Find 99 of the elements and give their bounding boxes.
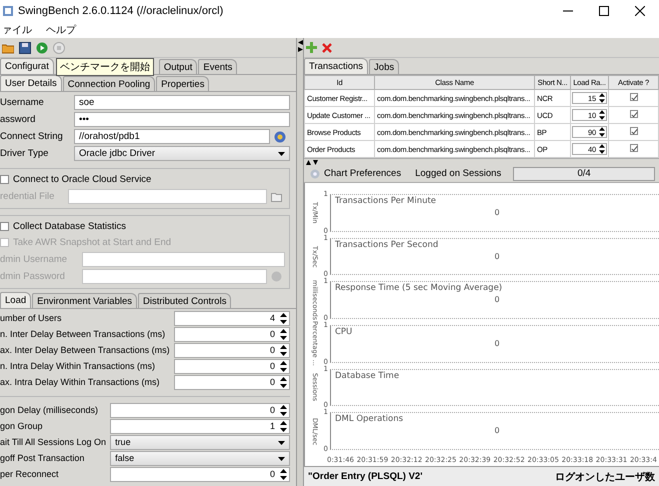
number-spinner[interactable]: 0 xyxy=(110,467,290,482)
progress-reading: 0/4 xyxy=(577,168,591,179)
spin-arrows-icon[interactable] xyxy=(280,377,287,388)
setting-label: umber of Users xyxy=(0,312,63,325)
spin-arrows-icon[interactable] xyxy=(599,93,605,103)
field-label: Username xyxy=(0,97,45,108)
text-field[interactable]: //orahost/pdb1 xyxy=(74,129,270,144)
dropdown[interactable]: true xyxy=(110,435,290,450)
spin-arrows-icon[interactable] xyxy=(280,469,287,480)
checkbox[interactable] xyxy=(630,127,638,135)
setting-label: ait Till All Sessions Log On xyxy=(0,436,106,449)
tab[interactable]: Properties xyxy=(156,76,210,91)
checkbox[interactable] xyxy=(630,144,638,152)
number-spinner[interactable]: 4 xyxy=(174,311,290,326)
field-label: Connect String xyxy=(0,131,64,142)
sessions-label: Logged on Sessions xyxy=(415,168,502,179)
caret-icon xyxy=(278,457,285,461)
checkbox-label: Connect to Oracle Cloud Service xyxy=(13,174,152,184)
setting-label: gon Delay (milliseconds) xyxy=(0,404,100,417)
chart-reading: 0 xyxy=(494,295,500,304)
number-spinner[interactable]: 0 xyxy=(110,403,290,418)
spin-arrows-icon[interactable] xyxy=(599,110,605,120)
setting-label: per Reconnect xyxy=(0,468,60,481)
field-label: Driver Type xyxy=(0,148,50,159)
tab[interactable]: Environment Variables xyxy=(32,293,138,308)
play-icon[interactable] xyxy=(36,42,48,54)
tab[interactable]: Output xyxy=(158,59,198,74)
chart-reading: 0 xyxy=(494,426,500,436)
spin-arrows-icon[interactable] xyxy=(280,421,287,432)
text-field[interactable] xyxy=(82,252,285,267)
text-field[interactable]: soe xyxy=(74,95,290,110)
tab[interactable]: User Details xyxy=(0,75,62,91)
chart-title: DML Operations xyxy=(335,414,404,424)
tooltip: ベンチマークを開始 xyxy=(56,58,154,76)
checkbox[interactable] xyxy=(630,110,638,118)
dropdown[interactable]: false xyxy=(110,451,290,466)
collapse-arrows-icon[interactable] xyxy=(298,40,302,52)
checkbox[interactable] xyxy=(0,174,9,184)
spin-arrows-icon[interactable] xyxy=(280,405,287,416)
text-field[interactable] xyxy=(68,189,267,204)
setting-label: goff Post Transaction xyxy=(0,452,86,465)
field-label: redential File xyxy=(0,191,56,202)
number-spinner[interactable]: 0 xyxy=(174,343,290,358)
tab[interactable]: Connection Pooling xyxy=(62,76,156,91)
chart-title: Transactions Per Minute xyxy=(335,196,436,206)
chart-title: Transactions Per Second xyxy=(335,240,438,250)
chart-title: Response Time (5 sec Moving Average) xyxy=(335,283,502,294)
field-label: dmin Username xyxy=(0,254,68,265)
caret-icon xyxy=(278,152,285,156)
globe-icon[interactable] xyxy=(274,130,286,142)
delete-icon[interactable] xyxy=(322,42,332,52)
collapse-arrows-icon[interactable] xyxy=(306,160,318,164)
tab[interactable]: Distributed Controls xyxy=(138,293,232,308)
window-title: SwingBench 2.6.0.1124 (//oraclelinux/orcl) xyxy=(18,5,224,17)
setting-label: gon Group xyxy=(0,420,44,433)
checkbox[interactable] xyxy=(0,222,9,230)
maximize-icon[interactable] xyxy=(599,6,609,16)
tab[interactable]: Transactions xyxy=(304,58,368,74)
chart-reading: 0 xyxy=(494,339,500,348)
status-text: "Order Entry (PLSQL) V2' xyxy=(308,471,422,482)
number-spinner[interactable]: 1 xyxy=(110,419,290,434)
number-spinner[interactable]: 0 xyxy=(174,359,290,374)
tab[interactable]: Events xyxy=(198,59,238,74)
checkbox-label: Collect Database Statistics xyxy=(13,220,126,232)
spin-arrows-icon[interactable] xyxy=(599,127,605,137)
menu-item[interactable]: ァイル xyxy=(2,23,32,37)
spin-arrows-icon[interactable] xyxy=(280,361,287,372)
caret-icon xyxy=(278,441,285,445)
setting-label: ax. Inter Delay Between Transactions (ms) xyxy=(0,344,170,357)
folder-icon[interactable] xyxy=(2,42,14,54)
field-label: assword xyxy=(0,114,36,125)
checkbox-label: Take AWR Snapshot at Start and End xyxy=(13,236,172,248)
tab[interactable]: Jobs xyxy=(369,59,400,74)
status-text: ログオンしたユーザ数 xyxy=(555,470,655,484)
password-field[interactable]: ••• xyxy=(74,112,290,127)
setting-label: ax. Intra Delay Within Transactions (ms) xyxy=(0,376,161,389)
tab[interactable]: Configurat xyxy=(0,58,54,74)
close-icon[interactable] xyxy=(635,6,645,16)
spin-arrows-icon[interactable] xyxy=(280,329,287,340)
spin-arrows-icon[interactable] xyxy=(599,144,605,154)
spin-arrows-icon[interactable] xyxy=(280,345,287,356)
spin-arrows-icon[interactable] xyxy=(280,313,287,324)
chart-reading: 0 xyxy=(494,252,500,261)
chart-preferences-button[interactable]: Chart Preferences xyxy=(308,168,404,179)
setting-label: n. Intra Delay Within Transactions (ms) xyxy=(0,360,156,373)
password-field[interactable] xyxy=(82,269,267,284)
field-label: dmin Password xyxy=(0,271,66,282)
dropdown[interactable]: Oracle jdbc Driver xyxy=(74,146,290,161)
chart-title: Database Time xyxy=(335,370,400,381)
chart-reading: 0 xyxy=(494,208,500,217)
checkbox[interactable] xyxy=(630,93,638,101)
setting-label: n. Inter Delay Between Transactions (ms) xyxy=(0,328,166,341)
tab[interactable]: Load xyxy=(0,292,32,308)
chart-title: CPU xyxy=(335,327,352,338)
number-spinner[interactable]: 0 xyxy=(174,327,290,342)
gear-icon xyxy=(310,168,320,178)
menu-item[interactable]: ヘルプ xyxy=(46,23,76,37)
save-icon[interactable] xyxy=(19,42,31,54)
number-spinner[interactable]: 0 xyxy=(174,375,290,390)
